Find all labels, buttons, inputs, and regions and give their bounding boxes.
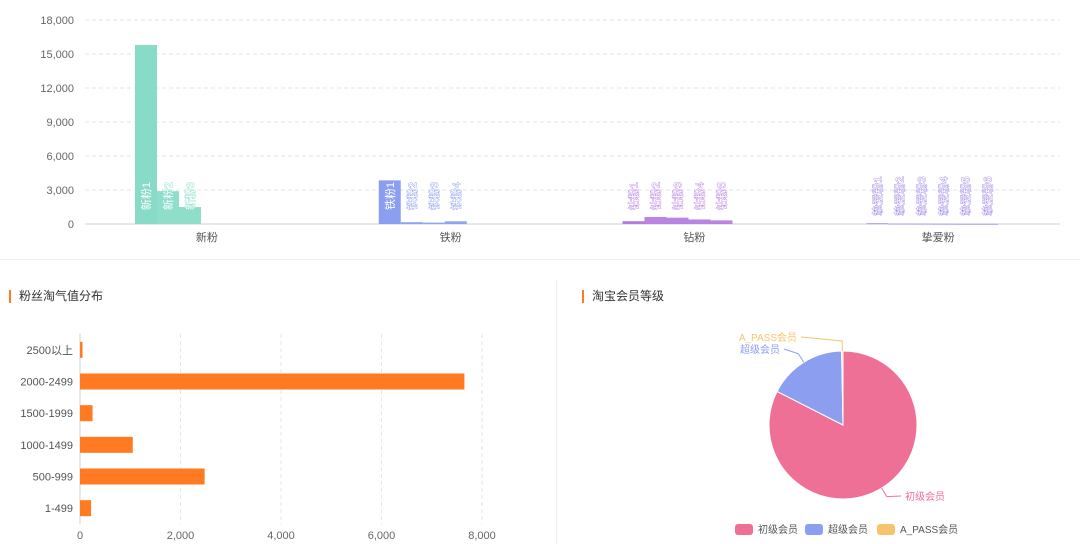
legend-label: A_PASS会员 [900, 523, 958, 536]
membership-pie-chart: 初级会员超级会员A_PASS会员初级会员 超级会员 A_PASS会员 [735, 331, 958, 536]
pie-leader-line [881, 487, 902, 498]
pie-leader-line [800, 336, 843, 352]
legend-swatch [805, 524, 823, 535]
legend-label: 超级会员 [828, 523, 868, 536]
pie-slice-label: 初级会员 [905, 490, 945, 503]
legend-swatch [877, 524, 895, 535]
pie-leader-line [783, 348, 805, 363]
dashboard: 0 3,000 6,000 9,000 12,000 15,000 18,000 新粉 新粉1 新… [0, 0, 1080, 544]
pie-slice-label: 超级会员 [740, 343, 780, 356]
legend-swatch [735, 524, 753, 535]
legend-label: 初级会员 [758, 523, 798, 536]
pie-slice-label: A_PASS会员 [739, 331, 797, 344]
